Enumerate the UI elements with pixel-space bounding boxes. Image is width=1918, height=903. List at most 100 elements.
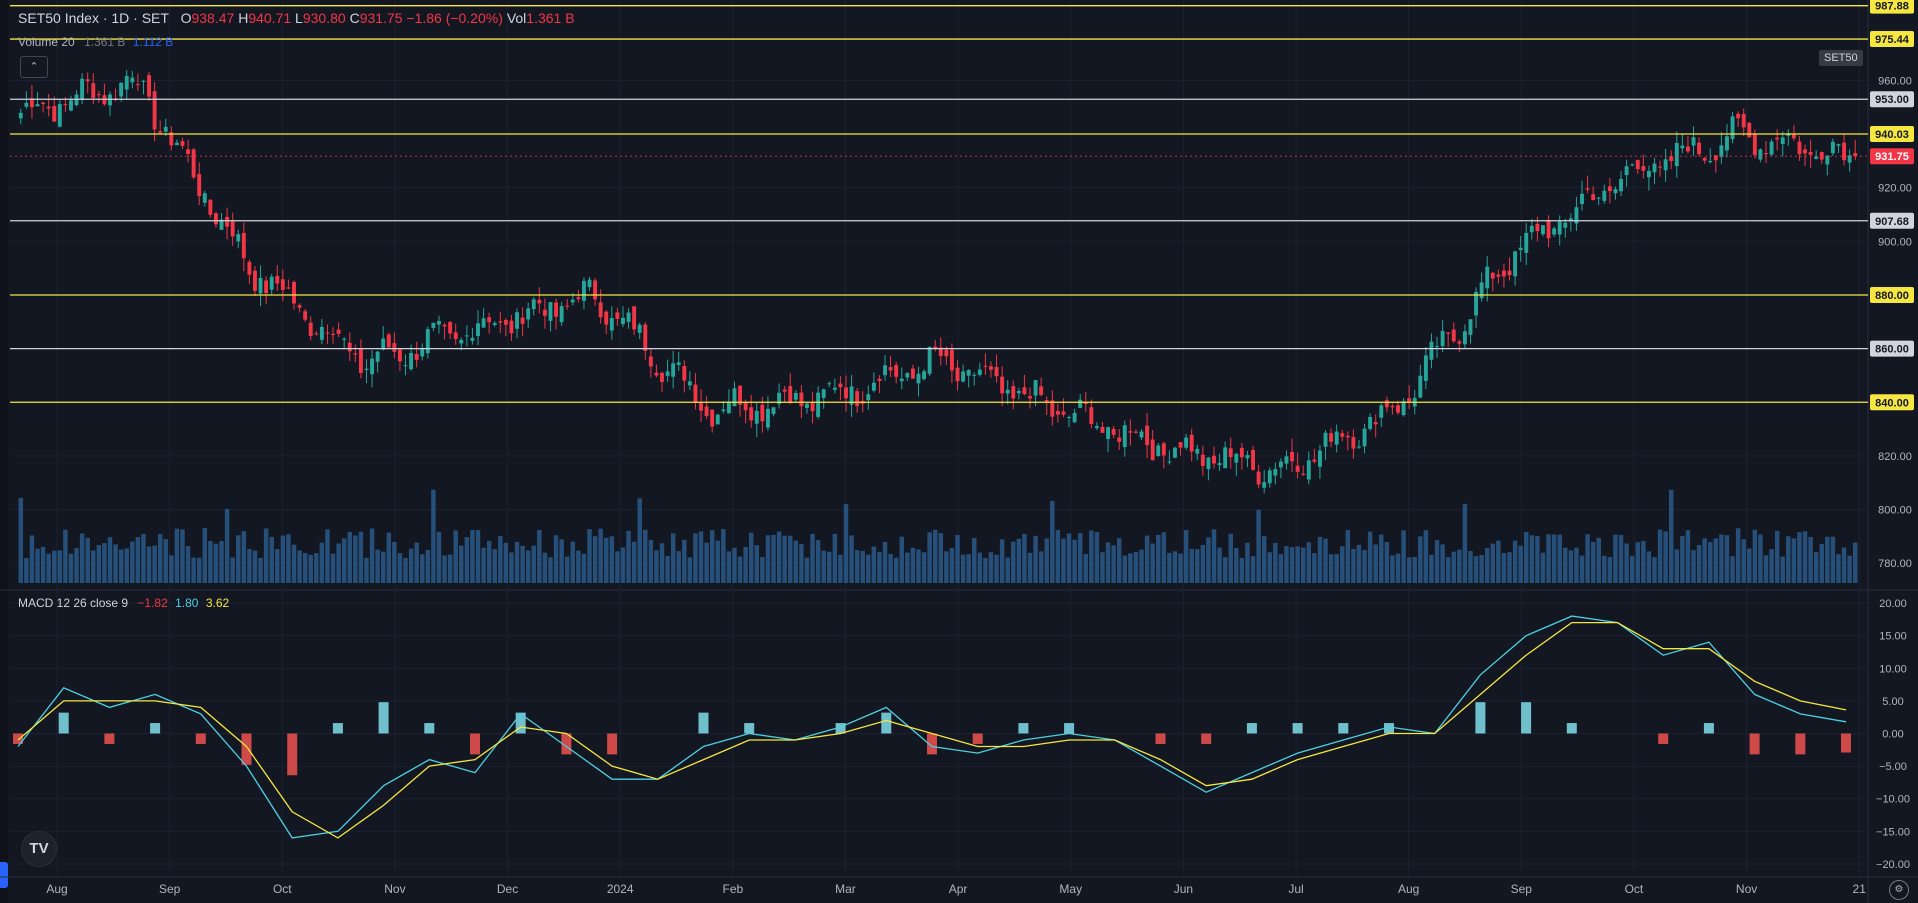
candle-body: [721, 409, 726, 412]
macd-histogram-bar: [1018, 723, 1029, 734]
volume-bar: [319, 542, 325, 583]
level-label: 880.00: [1875, 290, 1909, 302]
volume-bar: [737, 556, 743, 583]
volume-bar: [308, 554, 313, 583]
candle-body: [531, 299, 536, 310]
legend-c-label: C: [349, 10, 360, 26]
level-label: 840.00: [1875, 397, 1909, 409]
volume-bar: [403, 557, 408, 583]
volume-bar: [804, 557, 810, 583]
macd-histogram-bar: [972, 733, 983, 744]
macd-histogram-bar: [1246, 723, 1257, 734]
settings-gear-icon[interactable]: ⚙: [1889, 880, 1909, 900]
candle-body: [225, 216, 230, 227]
volume-bar: [1217, 547, 1222, 583]
candle-body: [1635, 159, 1640, 170]
volume-bar: [1763, 555, 1769, 583]
volume-bar: [263, 528, 269, 583]
volume-bar: [503, 542, 509, 583]
candle-body: [258, 277, 263, 294]
chart-root[interactable]: Aug Sep Oct Nov Dec 2024 Feb Mar Apr May Jun Jul Aug…: [0, 0, 1918, 903]
candle-body: [130, 77, 135, 83]
volume-bar: [174, 528, 180, 583]
volume-bar: [68, 553, 74, 583]
tradingview-logo-icon[interactable]: TV: [21, 831, 57, 867]
candle-body: [1457, 341, 1462, 344]
volume-bar: [598, 528, 603, 583]
candle-body: [910, 368, 915, 379]
volume-bar: [748, 532, 754, 583]
candle-body: [1357, 446, 1361, 448]
volume-legend: Volume 20 1.361 B 1.112 B: [18, 35, 173, 49]
volume-bar: [1529, 535, 1535, 583]
volume-bar: [849, 535, 854, 583]
candle-body: [158, 131, 163, 133]
volume-bar: [548, 557, 553, 583]
candle-body: [665, 371, 670, 376]
volume-bar: [141, 534, 146, 583]
candle-body: [1189, 434, 1194, 452]
candle-body: [1557, 221, 1562, 235]
candle-body: [1769, 141, 1774, 155]
volume-bar: [1050, 500, 1055, 583]
volume-bar: [1128, 553, 1133, 583]
macd-histogram-bar: [1749, 733, 1760, 755]
volume-bar: [280, 535, 286, 583]
candle-body: [386, 334, 391, 348]
volume-bar: [799, 544, 804, 583]
candle-body: [213, 213, 218, 225]
volume-bar: [620, 547, 626, 583]
candle-body: [1591, 194, 1596, 201]
volume-bar: [1044, 538, 1049, 583]
volume-bar: [1423, 530, 1429, 583]
volume-bar: [492, 549, 497, 583]
candle-body: [174, 142, 179, 146]
macd-legend-label: MACD 12 26 close 9: [18, 596, 129, 610]
candle-body: [1496, 274, 1501, 277]
candle-body: [994, 367, 999, 377]
candle-body: [1133, 431, 1138, 433]
collapse-legend-button[interactable]: ⌃: [20, 56, 48, 78]
x-tick-label: Sep: [1511, 882, 1533, 896]
volume-bar: [1462, 503, 1468, 583]
chart-canvas[interactable]: Aug Sep Oct Nov Dec 2024 Feb Mar Apr May Jun Jul Aug…: [0, 0, 1918, 903]
candle-body: [1563, 222, 1568, 228]
candle-body: [587, 279, 592, 288]
candle-body: [715, 414, 720, 425]
volume-bar: [1457, 549, 1462, 583]
volume-bar: [771, 534, 776, 583]
volume-bar: [397, 553, 403, 583]
candle-body: [927, 346, 932, 374]
volume-bar: [1306, 542, 1312, 583]
candle-body: [1697, 142, 1702, 155]
volume-bar: [1200, 544, 1206, 583]
candle-body: [894, 365, 899, 377]
candle-body: [381, 338, 386, 350]
volume-bar: [1758, 534, 1763, 583]
x-tick-label: Nov: [1736, 882, 1757, 896]
volume-bar: [854, 550, 860, 583]
candle-body: [1669, 156, 1674, 162]
volume-bar: [375, 549, 380, 583]
volume-bar: [91, 550, 96, 583]
candle-body: [922, 371, 927, 380]
x-tick-label: 21: [1853, 882, 1867, 896]
volume-bar: [18, 497, 24, 583]
volume-bar: [1551, 534, 1557, 583]
candle-body: [844, 387, 848, 399]
candle-body: [1195, 448, 1200, 454]
candle-body: [805, 403, 809, 408]
candle-body: [1580, 193, 1584, 205]
volume-bar: [665, 555, 670, 583]
candle-body: [1429, 341, 1434, 360]
volume-bar: [637, 498, 642, 583]
volume-bar: [302, 552, 308, 583]
candle-body: [470, 337, 475, 341]
volume-bar: [1825, 536, 1830, 583]
price-tick-label: 800.00: [1878, 505, 1912, 517]
volume-bar: [1847, 555, 1852, 583]
candle-body: [1312, 459, 1317, 462]
volume-bar: [1373, 544, 1378, 583]
volume-bar: [704, 542, 709, 583]
candle-body: [905, 373, 910, 378]
